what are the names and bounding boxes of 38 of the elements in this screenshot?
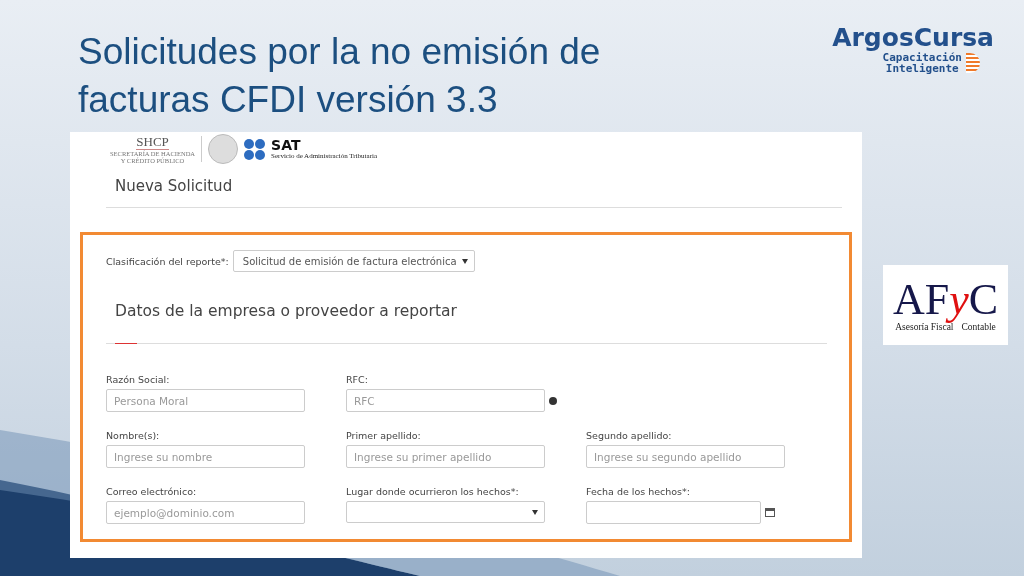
field-label: Nombre(s):: [106, 430, 161, 441]
field-label: Primer apellido:: [346, 430, 422, 441]
help-icon[interactable]: [549, 396, 557, 405]
calendar-icon[interactable]: [765, 508, 775, 517]
field-label: Clasificación del reporte*:: [106, 255, 229, 267]
text-field[interactable]: Ingrese su nombre: [106, 445, 305, 468]
caret-icon: [532, 509, 538, 515]
logo-letter: C: [968, 278, 999, 322]
text-field[interactable]: Persona Moral: [106, 389, 305, 412]
field-label: RFC:: [346, 374, 369, 385]
four-dots-icon: [244, 138, 266, 160]
slide-title: facturas CFDI versión 3.3: [78, 78, 499, 122]
field-label: Razón Social:: [106, 374, 171, 385]
field-label: Lugar donde ocurrieron los hechos*:: [346, 486, 520, 497]
logo-caption: Contable: [961, 322, 996, 332]
text-field[interactable]: ejemplo@dominio.com: [106, 501, 305, 524]
field-label: Correo electrónico:: [106, 486, 198, 497]
logo-tagline: Capacitación: [882, 52, 962, 63]
section-title: Datos de la empresa o proveedor a reportar: [115, 302, 458, 320]
text-field[interactable]: Ingrese su segundo apellido: [586, 445, 785, 468]
logo-tagline: Inteligente: [885, 63, 959, 74]
classification-dropdown[interactable]: Solicitud de emisión de factura electrónica: [232, 250, 475, 272]
shcp-wordmark: SHCP: [136, 134, 169, 150]
date-field[interactable]: [586, 501, 761, 524]
swirl-icon: [966, 53, 980, 73]
dropdown-field[interactable]: [346, 501, 545, 523]
text-field[interactable]: Ingrese su primer apellido: [346, 445, 545, 468]
field-label: Fecha de los hechos*:: [586, 486, 691, 497]
page-title: Nueva Solicitud: [106, 166, 842, 208]
seal-emblem-icon: [208, 134, 239, 164]
field-label: Segundo apellido:: [586, 430, 673, 441]
title-accent-line: [115, 343, 137, 344]
caret-icon: [461, 258, 468, 264]
logo-caption: Asesoría Fiscal: [895, 322, 954, 332]
text-field[interactable]: RFC: [346, 389, 545, 412]
logo-wordmark: ArgosCursa: [832, 24, 994, 52]
sat-wordmark: SAT: [271, 138, 302, 152]
slide-title: Solicitudes por la no emisión de: [78, 30, 601, 74]
